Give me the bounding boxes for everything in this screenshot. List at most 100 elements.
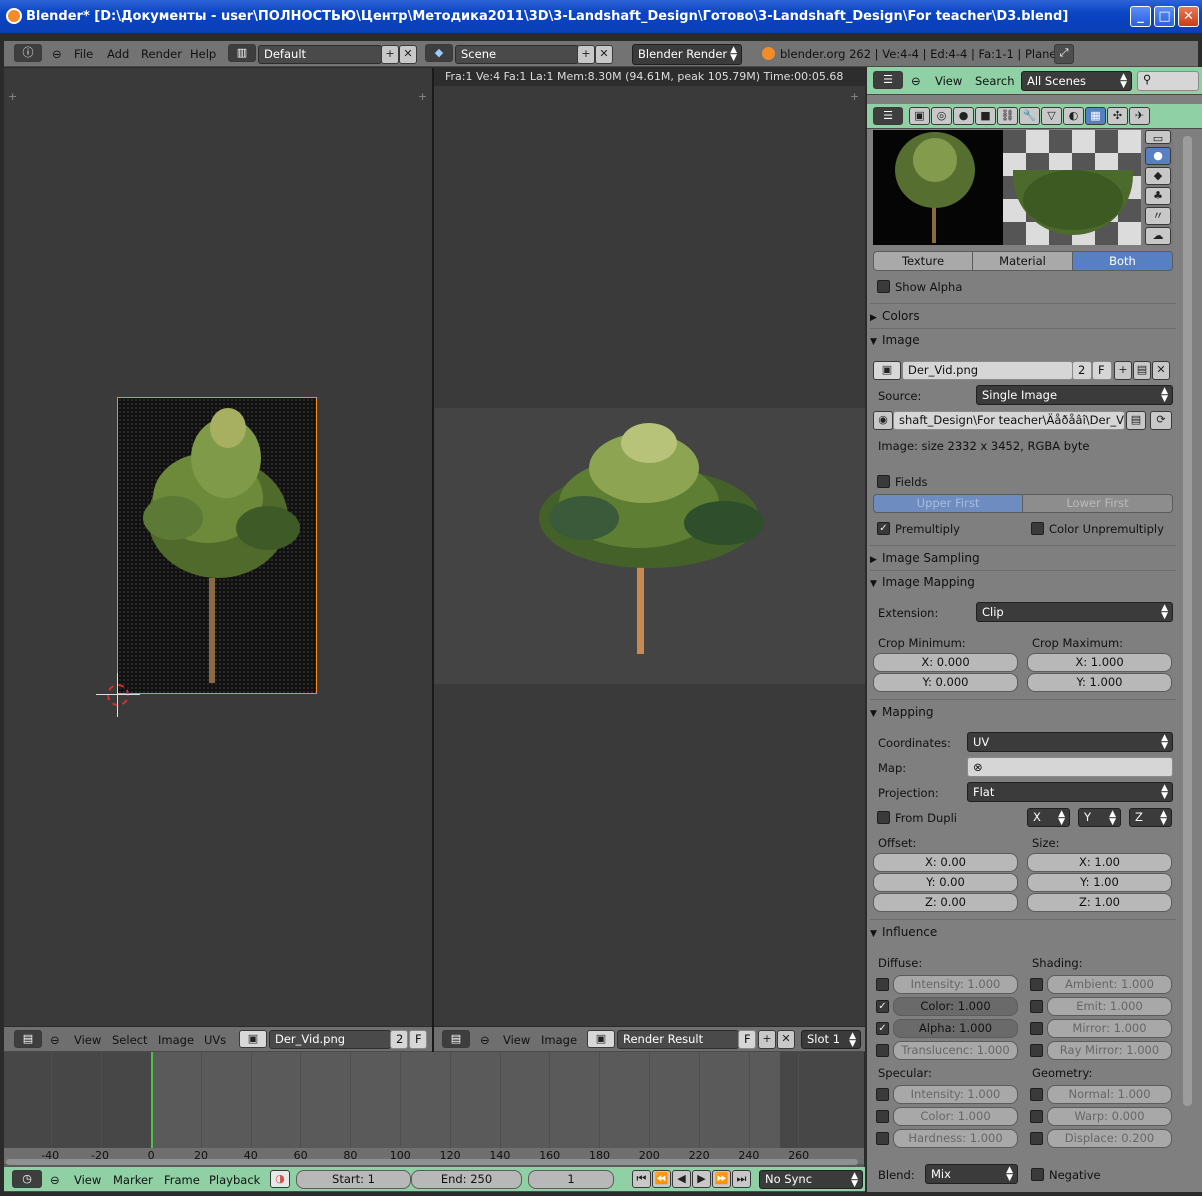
- preview-sky-icon[interactable]: ☁: [1145, 227, 1171, 245]
- new-image-icon[interactable]: +: [1114, 361, 1132, 380]
- diffuse-influence-field[interactable]: Color: 1.000: [893, 997, 1018, 1016]
- diffuse-influence-checkbox[interactable]: ✓: [876, 1000, 889, 1013]
- collapse-icon[interactable]: ⊖: [50, 1173, 60, 1187]
- transport-button-1[interactable]: ⏪: [652, 1170, 671, 1188]
- geometry-influence-field[interactable]: Warp: 0.000: [1047, 1107, 1172, 1126]
- diffuse-influence-checkbox[interactable]: [876, 1044, 889, 1057]
- modifiers-tab-icon[interactable]: 🔧: [1019, 107, 1040, 125]
- collapse-icon[interactable]: ⊖: [50, 1033, 60, 1047]
- image-browse-icon[interactable]: ▣: [239, 1030, 267, 1048]
- uv-map-field[interactable]: ⊗: [967, 757, 1173, 777]
- data-tab-icon[interactable]: ▽: [1041, 107, 1062, 125]
- blend-mode-dropdown[interactable]: Mix ▲ ▼: [925, 1164, 1018, 1184]
- render-image[interactable]: [434, 408, 865, 684]
- mapping-y-axis-dropdown[interactable]: Y ▲ ▼: [1078, 808, 1121, 827]
- render-engine-dropdown[interactable]: Blender Render ▲ ▼: [632, 44, 742, 65]
- diffuse-influence-field[interactable]: Intensity: 1.000: [893, 975, 1018, 994]
- transport-button-3[interactable]: ▶: [692, 1170, 711, 1188]
- end-frame-field[interactable]: End: 250: [411, 1170, 522, 1189]
- fullscreen-toggle-icon[interactable]: ⤢: [1054, 44, 1074, 64]
- pack-image-icon[interactable]: ◉: [873, 411, 893, 430]
- geometry-influence-field[interactable]: Displace: 0.200: [1047, 1129, 1172, 1148]
- image-panel-header[interactable]: ▼ Image: [870, 333, 1176, 355]
- collapse-icon[interactable]: ⊖: [480, 1033, 490, 1047]
- from-dupli-checkbox[interactable]: [877, 811, 890, 824]
- add-image-icon[interactable]: +: [758, 1030, 776, 1049]
- search-field[interactable]: ⚲: [1137, 71, 1199, 91]
- geometry-influence-checkbox[interactable]: [1030, 1110, 1043, 1123]
- specular-influence-field[interactable]: Intensity: 1.000: [893, 1085, 1018, 1104]
- specular-influence-checkbox[interactable]: [876, 1088, 889, 1101]
- size-x-field[interactable]: X: 1.00: [1027, 853, 1172, 872]
- editor-type-icon[interactable]: ▤: [14, 1030, 42, 1048]
- crop-min-x-field[interactable]: X: 0.000: [873, 653, 1018, 672]
- timeline-menu-view[interactable]: View: [74, 1173, 101, 1187]
- preview-monkey-icon[interactable]: ♣: [1145, 187, 1171, 205]
- image-filepath-field[interactable]: shaft_Design\For teacher\Äåðåâî\Der_Vid.…: [893, 411, 1125, 430]
- render-tab-icon[interactable]: ▣: [909, 107, 930, 125]
- remove-scene-icon[interactable]: ✕: [595, 45, 613, 64]
- image-fake-user-button[interactable]: F: [1092, 361, 1112, 380]
- geometry-influence-checkbox[interactable]: [1030, 1132, 1043, 1145]
- image-fake-user-button[interactable]: F: [409, 1030, 427, 1049]
- sync-mode-dropdown[interactable]: No Sync ▲ ▼: [759, 1170, 863, 1189]
- scene-field[interactable]: Scene: [455, 45, 579, 64]
- crop-max-y-field[interactable]: Y: 1.000: [1027, 673, 1172, 692]
- extension-dropdown[interactable]: Clip ▲ ▼: [976, 602, 1173, 622]
- image-datablock-field[interactable]: Der_Vid.png: [902, 361, 1073, 380]
- object-tab-icon[interactable]: ■: [975, 107, 996, 125]
- offset-y-field[interactable]: Y: 0.00: [873, 873, 1018, 892]
- physics-tab-icon[interactable]: ✈: [1129, 107, 1150, 125]
- projection-dropdown[interactable]: Flat ▲ ▼: [967, 782, 1173, 802]
- preview-sphere-icon[interactable]: ●: [1145, 147, 1171, 165]
- properties-menu-search[interactable]: Search: [975, 74, 1015, 88]
- preview-tab-material[interactable]: Material: [972, 251, 1073, 271]
- render-result-name-field[interactable]: Render Result: [617, 1030, 739, 1049]
- uv-menu-image[interactable]: Image: [158, 1033, 194, 1047]
- timeline-scrollbar[interactable]: [6, 1159, 858, 1165]
- specular-influence-checkbox[interactable]: [876, 1132, 889, 1145]
- source-dropdown[interactable]: Single Image ▲ ▼: [976, 385, 1173, 405]
- screen-layout-icon[interactable]: ▥: [228, 44, 256, 62]
- size-z-field[interactable]: Z: 1.00: [1027, 893, 1172, 912]
- uv-editor-viewport[interactable]: + +: [4, 68, 432, 1026]
- field-order-upper-first[interactable]: Upper First: [873, 494, 1023, 513]
- menu-render[interactable]: Render: [141, 47, 182, 61]
- crop-max-x-field[interactable]: X: 1.000: [1027, 653, 1172, 672]
- shading-influence-field[interactable]: Ambient: 1.000: [1047, 975, 1172, 994]
- timeline-menu-playback[interactable]: Playback: [209, 1173, 260, 1187]
- fields-checkbox[interactable]: [877, 475, 890, 488]
- render-slot-dropdown[interactable]: Slot 1 ▲ ▼: [801, 1030, 861, 1049]
- material-tab-icon[interactable]: ◐: [1063, 107, 1084, 125]
- shading-influence-checkbox[interactable]: [1030, 1022, 1043, 1035]
- start-frame-field[interactable]: Start: 1: [296, 1170, 411, 1189]
- scene-tab-icon[interactable]: ◎: [931, 107, 952, 125]
- preview-cube-icon[interactable]: ◆: [1145, 167, 1171, 185]
- preview-tab-both[interactable]: Both: [1072, 251, 1173, 271]
- area-split-icon[interactable]: +: [418, 91, 427, 102]
- negative-checkbox[interactable]: [1031, 1168, 1044, 1181]
- uv-menu-view[interactable]: View: [74, 1033, 101, 1047]
- shading-influence-field[interactable]: Mirror: 1.000: [1047, 1019, 1172, 1038]
- shading-influence-field[interactable]: Ray Mirror: 1.000: [1047, 1041, 1172, 1060]
- shading-influence-checkbox[interactable]: [1030, 1000, 1043, 1013]
- properties-scrollbar[interactable]: [1183, 136, 1192, 1106]
- offset-z-field[interactable]: Z: 0.00: [873, 893, 1018, 912]
- field-order-lower-first[interactable]: Lower First: [1022, 494, 1173, 513]
- reload-image-icon[interactable]: ⟳: [1150, 411, 1172, 430]
- add-scene-icon[interactable]: +: [577, 45, 595, 64]
- image-users-count[interactable]: 2: [1072, 361, 1092, 380]
- constraints-tab-icon[interactable]: ⛓: [997, 107, 1018, 125]
- preview-hair-icon[interactable]: 〃: [1145, 207, 1171, 225]
- image-users-count[interactable]: 2: [390, 1030, 408, 1049]
- properties-menu-view[interactable]: View: [935, 74, 962, 88]
- info-editor-type-icon[interactable]: ⓘ: [14, 44, 42, 62]
- uv-image-name-field[interactable]: Der_Vid.png: [269, 1030, 391, 1049]
- transport-button-0[interactable]: ⏮: [632, 1170, 651, 1188]
- color-unpremultiply-checkbox[interactable]: [1031, 522, 1044, 535]
- unlink-image-icon[interactable]: ✕: [1152, 361, 1170, 380]
- timeline-menu-frame[interactable]: Frame: [164, 1173, 200, 1187]
- timeline-menu-marker[interactable]: Marker: [113, 1173, 153, 1187]
- crop-min-y-field[interactable]: Y: 0.000: [873, 673, 1018, 692]
- mapping-z-axis-dropdown[interactable]: Z ▲ ▼: [1129, 808, 1172, 827]
